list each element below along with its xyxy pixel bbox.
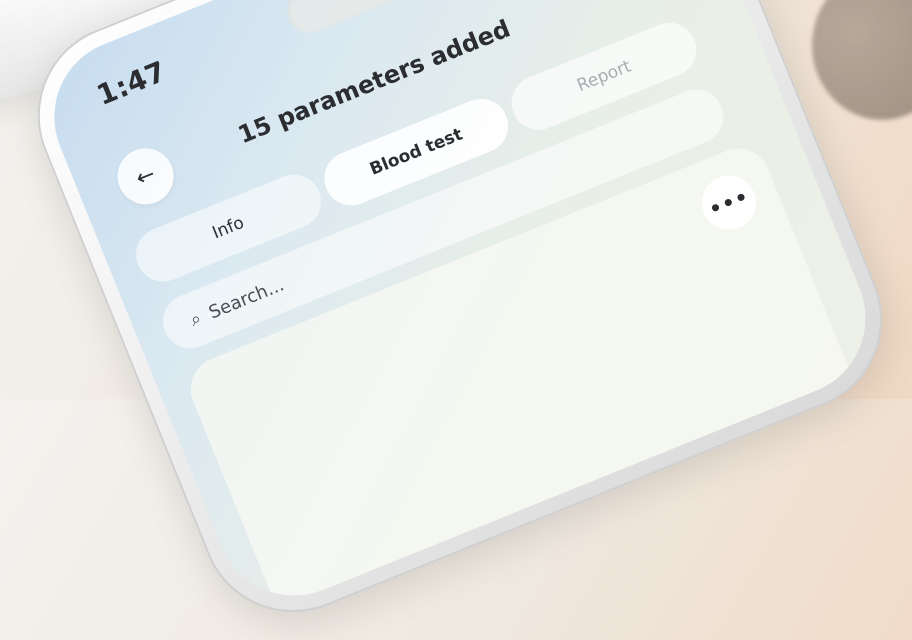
dynamic-island: [280, 0, 455, 40]
search-icon: ⌕: [187, 307, 205, 331]
status-time: 1:47: [92, 54, 171, 113]
phone-screen: 1:47 ⌛ ← 15 parameters added Info: [30, 0, 889, 620]
more-button[interactable]: •••: [693, 167, 765, 238]
search-placeholder: Search...: [205, 273, 287, 324]
back-button[interactable]: ←: [109, 139, 183, 213]
phone-mockup: 1:47 ⌛ ← 15 parameters added Info: [10, 0, 910, 640]
arrow-left-icon: ←: [132, 161, 159, 192]
background-object-right: [812, 0, 912, 120]
more-dots-icon: •••: [705, 183, 753, 222]
